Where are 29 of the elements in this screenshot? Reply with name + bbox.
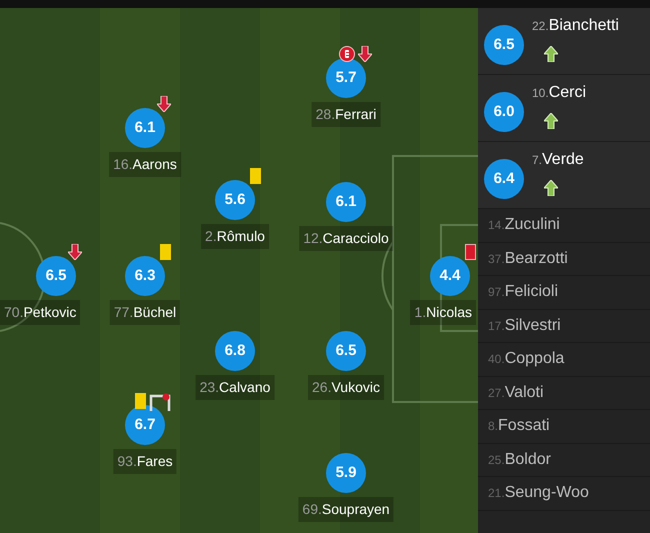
player-label: 93.Fares [113, 449, 177, 474]
substitute-row[interactable]: 6.5 22.Bianchetti [478, 8, 650, 75]
player-label: 1.Nicolas [410, 300, 476, 325]
bench-player[interactable]: 25.Boldor [478, 444, 650, 477]
rating-badge: 6.5 [484, 25, 524, 65]
player-label: 23.Calvano [196, 375, 274, 400]
bench-player[interactable]: 40.Coppola [478, 343, 650, 376]
player-name: 22.Bianchetti [532, 16, 619, 36]
bench-player[interactable]: 14.Zuculini [478, 209, 650, 242]
player-label: 12.Caracciolo [299, 226, 393, 251]
player-name: 10.Cerci [532, 83, 586, 103]
rating-badge: 6.0 [484, 92, 524, 132]
bench-player[interactable]: 27.Valoti [478, 376, 650, 410]
player-label: 77.Büchel [110, 300, 180, 325]
player-label: 2.Rômulo [201, 224, 269, 249]
player-name: 7.Verde [532, 150, 584, 170]
bench-player[interactable]: 37.Bearzotti [478, 242, 650, 276]
player-label: 26.Vukovic [308, 375, 384, 400]
substitute-row[interactable]: 6.0 10.Cerci [478, 75, 650, 142]
player-label: 16.Aarons [109, 152, 181, 177]
rating-badge: 6.4 [484, 159, 524, 199]
player-label: 70.Petkovic [0, 300, 80, 325]
player-label: 28.Ferrari [312, 102, 380, 127]
player-label: 69.Souprayen [298, 497, 394, 522]
bench-player[interactable]: 97.Felicioli [478, 276, 650, 310]
bench-player[interactable]: 8.Fossati [478, 410, 650, 444]
substitute-row[interactable]: 6.4 7.Verde [478, 142, 650, 209]
bench-player[interactable]: 17.Silvestri [478, 310, 650, 343]
bench-player[interactable]: 21.Seung-Woo [478, 477, 650, 510]
